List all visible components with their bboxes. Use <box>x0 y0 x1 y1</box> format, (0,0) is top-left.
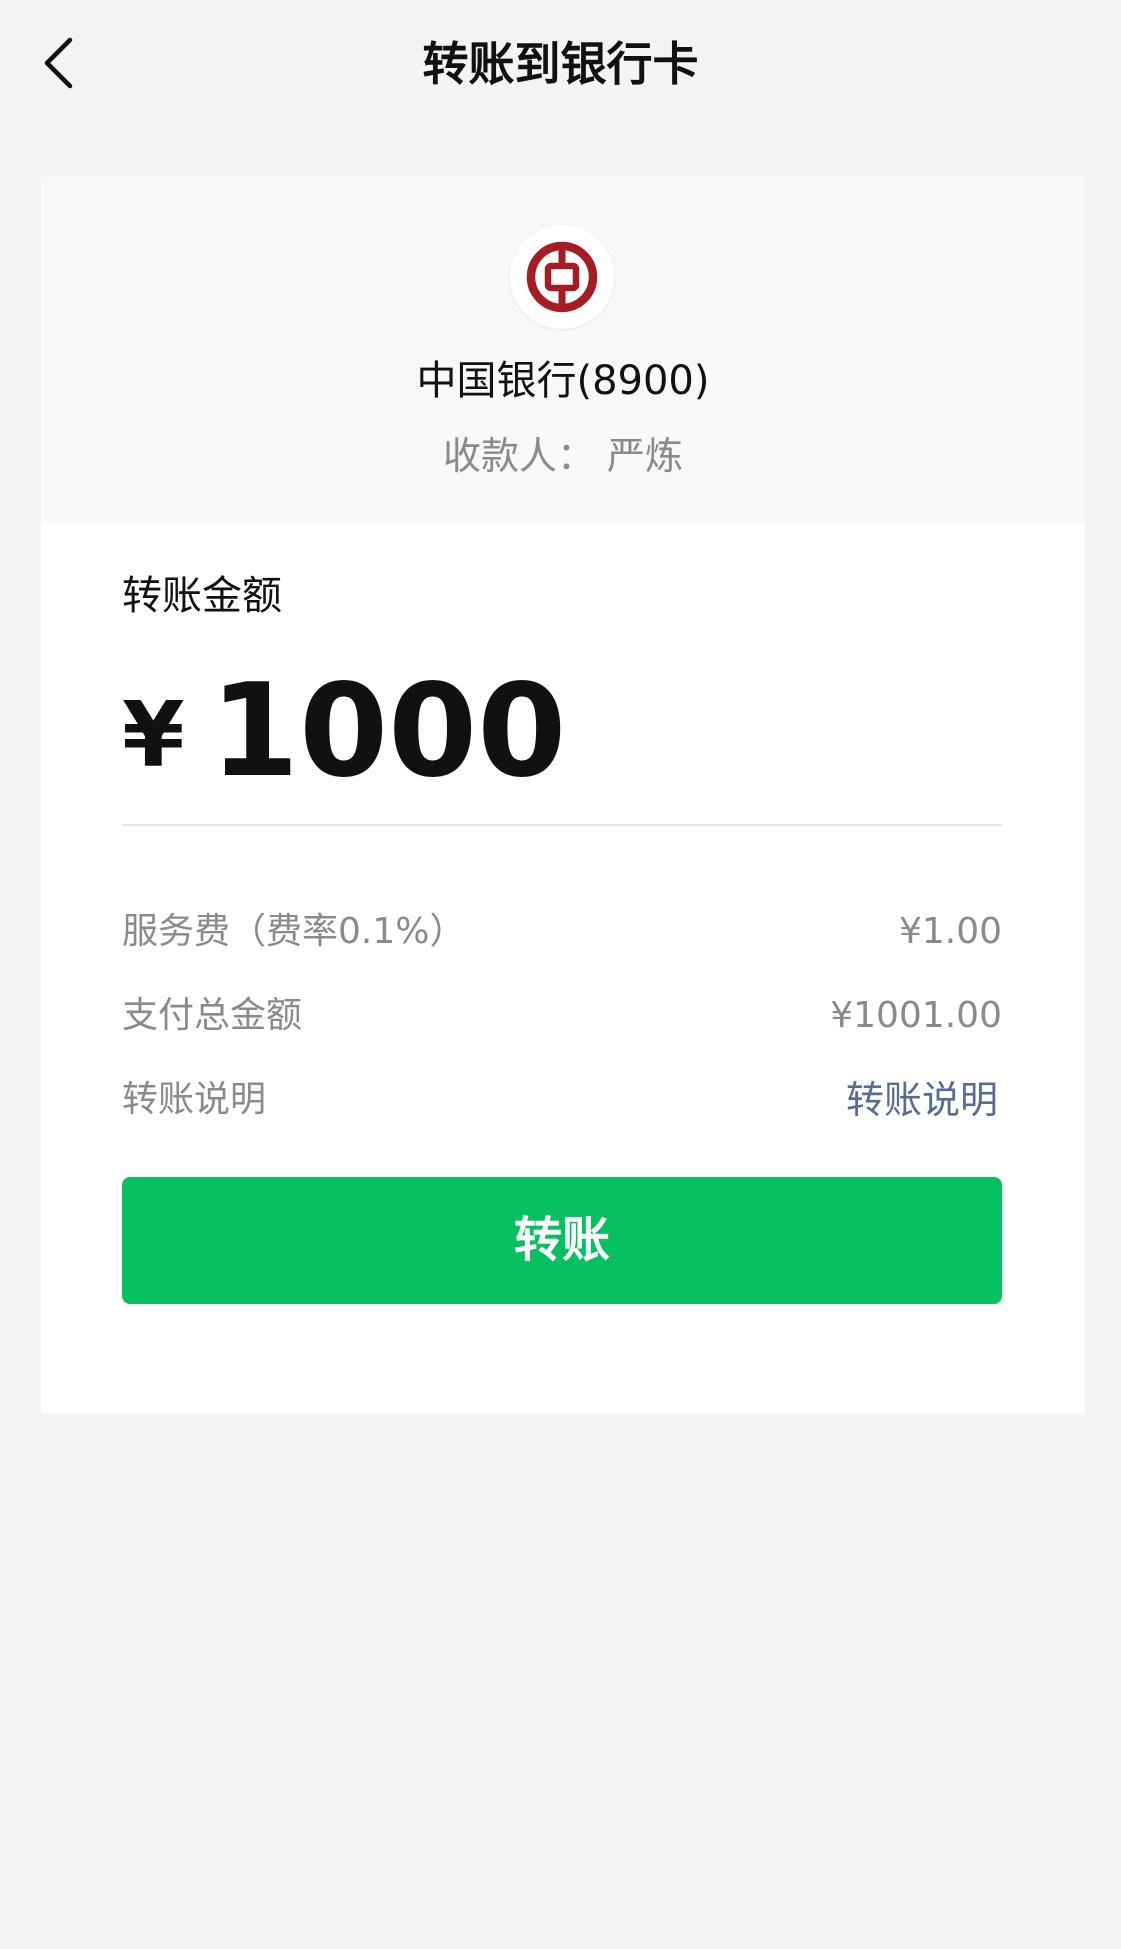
divider <box>122 824 1002 826</box>
amount-label: 转账金额 <box>122 573 282 619</box>
bank-name: 中国银行(8900) <box>416 358 710 404</box>
note-label: 转账说明 <box>122 1079 267 1120</box>
payee-name: 收款人： 严炼 <box>442 434 684 478</box>
bank-of-china-logo-icon <box>526 241 598 313</box>
transfer-card: 中国银行(8900) 收款人： 严炼 转账金额 ¥ 服务费（费率0.1%） ¥1… <box>41 177 1085 1413</box>
total-value: ¥1001.00 <box>830 995 1002 1036</box>
bank-header: 中国银行(8900) 收款人： 严炼 <box>41 177 1085 524</box>
page-title: 转账到银行卡 <box>422 37 699 91</box>
note-row: 转账说明 转账说明 <box>122 1072 1002 1128</box>
amount-row: ¥ <box>122 667 1002 797</box>
nav-bar: 转账到银行卡 <box>0 0 1121 130</box>
fee-label: 服务费（费率0.1%） <box>122 911 466 952</box>
bank-logo <box>510 225 614 329</box>
fee-value: ¥1.00 <box>898 911 1002 952</box>
total-row: 支付总金额 ¥1001.00 <box>122 988 1002 1044</box>
note-link[interactable]: 转账说明 <box>846 1072 998 1128</box>
currency-symbol: ¥ <box>122 683 185 788</box>
total-label: 支付总金额 <box>122 995 303 1036</box>
transfer-button[interactable]: 转账 <box>122 1177 1002 1304</box>
amount-input[interactable] <box>210 667 990 797</box>
fee-row: 服务费（费率0.1%） ¥1.00 <box>122 904 1002 960</box>
